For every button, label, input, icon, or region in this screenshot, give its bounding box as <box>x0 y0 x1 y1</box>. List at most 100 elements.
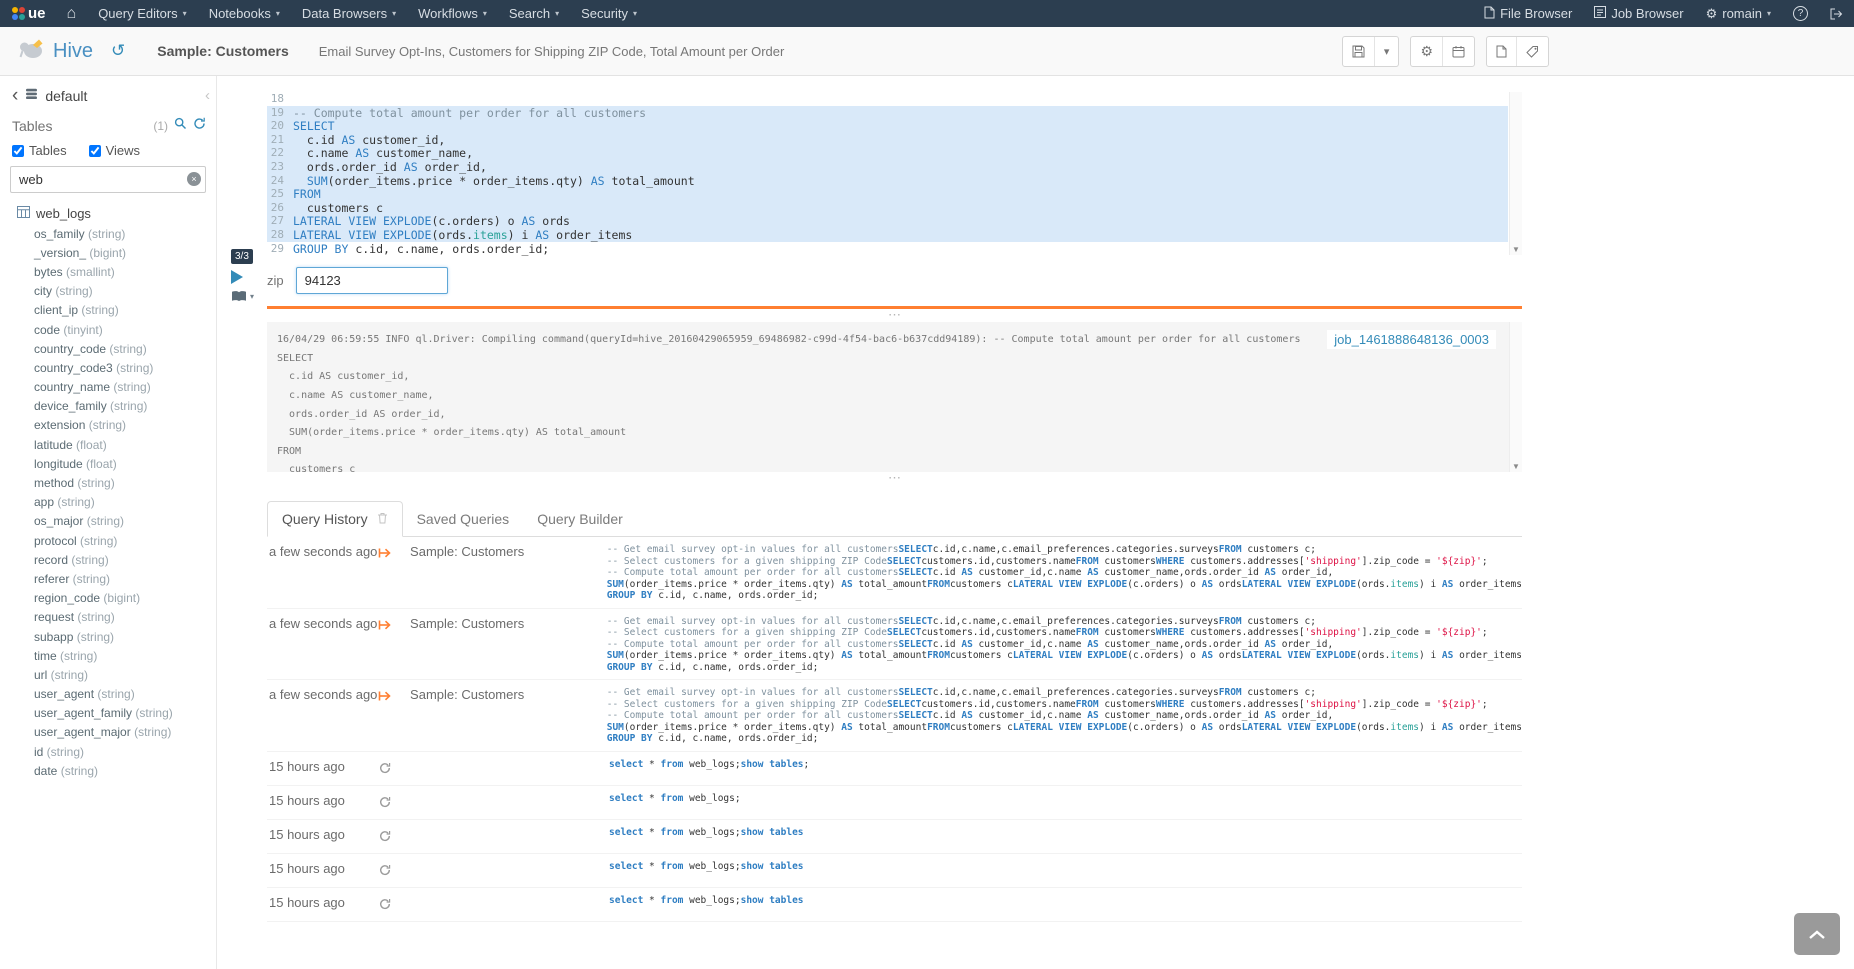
editor-line[interactable]: 29GROUP BY c.id, c.name, ords.order_id; <box>267 242 1508 256</box>
schedule-button[interactable] <box>1443 37 1474 66</box>
collapse-assist-icon[interactable]: ‹ <box>205 87 210 104</box>
editor-line[interactable]: 23 ords.order_id AS order_id, <box>267 160 1508 174</box>
column-item[interactable]: time (string) <box>0 646 216 665</box>
tab-saved-queries[interactable]: Saved Queries <box>403 502 524 536</box>
history-query-name[interactable]: Sample: Customers <box>410 544 607 559</box>
navigator-button[interactable]: ▾ <box>231 290 254 302</box>
editor-line[interactable]: 24 SUM(order_items.price * order_items.q… <box>267 174 1508 188</box>
column-item[interactable]: user_agent_major (string) <box>0 723 216 742</box>
log-scrollbar[interactable]: ▼ <box>1509 322 1522 472</box>
query-history-row[interactable]: a few seconds agoSample: Customers-- Get… <box>267 609 1522 681</box>
history-query-text[interactable]: select * from web_logs;show tables <box>609 861 1522 873</box>
resize-grip-bottom[interactable]: ⋯ <box>267 472 1522 485</box>
search-icon[interactable] <box>174 117 187 135</box>
history-query-text[interactable]: select * from web_logs;show tables <box>609 827 1522 839</box>
column-item[interactable]: country_code (string) <box>0 339 216 358</box>
column-item[interactable]: longitude (float) <box>0 454 216 473</box>
user-menu[interactable]: ⚙ romain ▾ <box>1695 0 1782 27</box>
clear-filter-icon[interactable]: × <box>187 172 201 186</box>
history-query-text[interactable]: -- Get email survey opt-in values for al… <box>607 544 1522 602</box>
query-history-row[interactable]: 15 hours agoselect * from web_logs;show … <box>267 888 1522 922</box>
back-icon[interactable]: ‹ <box>12 86 18 105</box>
table-filter-input[interactable] <box>10 166 206 193</box>
code-editor[interactable]: 1819-- Compute total amount per order fo… <box>267 92 1522 255</box>
tables-checkbox[interactable] <box>12 145 24 157</box>
column-item[interactable]: device_family (string) <box>0 397 216 416</box>
query-history-row[interactable]: 15 hours agoselect * from web_logs; <box>267 786 1522 820</box>
editor-line[interactable]: 28LATERAL VIEW EXPLODE(ords.items) i AS … <box>267 228 1508 242</box>
history-query-text[interactable]: select * from web_logs; <box>609 793 1522 805</box>
column-item[interactable]: user_agent (string) <box>0 685 216 704</box>
column-item[interactable]: code (tinyint) <box>0 320 216 339</box>
column-item[interactable]: subapp (string) <box>0 627 216 646</box>
history-query-text[interactable]: -- Get email survey opt-in values for al… <box>607 616 1522 674</box>
editor-line[interactable]: 19-- Compute total amount per order for … <box>267 106 1508 120</box>
query-history-row[interactable]: a few seconds agoSample: Customers-- Get… <box>267 537 1522 609</box>
column-item[interactable]: client_ip (string) <box>0 301 216 320</box>
column-item[interactable]: protocol (string) <box>0 531 216 550</box>
column-item[interactable]: city (string) <box>0 282 216 301</box>
database-name[interactable]: default <box>45 88 87 104</box>
hue-logo[interactable]: ue <box>0 0 56 27</box>
tab-query-history[interactable]: Query History <box>267 501 403 537</box>
column-item[interactable]: referer (string) <box>0 569 216 588</box>
menu-search[interactable]: Search▾ <box>498 0 570 27</box>
column-item[interactable]: app (string) <box>0 493 216 512</box>
save-dropdown-caret[interactable]: ▾ <box>1375 37 1399 66</box>
column-item[interactable]: os_family (string) <box>0 224 216 243</box>
editor-line[interactable]: 27LATERAL VIEW EXPLODE(c.orders) o AS or… <box>267 214 1508 228</box>
job-link[interactable]: job_1461888648136_0003 <box>1327 330 1496 349</box>
column-item[interactable]: date (string) <box>0 761 216 780</box>
column-item[interactable]: extension (string) <box>0 416 216 435</box>
tab-query-builder[interactable]: Query Builder <box>523 502 637 536</box>
log-panel[interactable]: 16/04/29 06:59:55 INFO ql.Driver: Compil… <box>267 322 1522 472</box>
history-query-name[interactable]: Sample: Customers <box>410 687 607 702</box>
column-item[interactable]: url (string) <box>0 665 216 684</box>
home-icon[interactable]: ⌂ <box>56 0 88 27</box>
scroll-down-icon[interactable]: ▼ <box>1512 462 1520 471</box>
history-query-text[interactable]: -- Get email survey opt-in values for al… <box>607 687 1522 745</box>
logout-icon[interactable] <box>1819 0 1854 27</box>
column-item[interactable]: country_name (string) <box>0 378 216 397</box>
job-browser-link[interactable]: Job Browser <box>1583 0 1694 27</box>
execute-button[interactable] <box>231 270 243 284</box>
editor-line[interactable]: 26 customers c <box>267 201 1508 215</box>
menu-security[interactable]: Security▾ <box>570 0 648 27</box>
settings-button[interactable]: ⚙ <box>1411 37 1443 66</box>
new-document-button[interactable] <box>1487 37 1517 66</box>
history-query-text[interactable]: select * from web_logs;show tables; <box>609 759 1522 771</box>
history-query-name[interactable]: Sample: Customers <box>410 616 607 631</box>
app-name[interactable]: Hive <box>53 40 93 63</box>
menu-data-browsers[interactable]: Data Browsers▾ <box>291 0 407 27</box>
editor-line[interactable]: 22 c.name AS customer_name, <box>267 146 1508 160</box>
menu-notebooks[interactable]: Notebooks▾ <box>198 0 291 27</box>
tables-filter-toggle[interactable]: Tables <box>12 143 67 158</box>
editor-line[interactable]: 18 <box>267 92 1508 106</box>
column-item[interactable]: request (string) <box>0 608 216 627</box>
query-history-row[interactable]: a few seconds agoSample: Customers-- Get… <box>267 680 1522 752</box>
refresh-icon[interactable] <box>193 117 206 135</box>
views-checkbox[interactable] <box>89 145 101 157</box>
column-item[interactable]: id (string) <box>0 742 216 761</box>
query-name[interactable]: Sample: Customers <box>157 43 288 59</box>
column-item[interactable]: user_agent_family (string) <box>0 704 216 723</box>
clear-history-icon[interactable] <box>377 511 388 527</box>
query-history-row[interactable]: 15 hours agoselect * from web_logs;show … <box>267 854 1522 888</box>
tags-button[interactable] <box>1517 37 1548 66</box>
file-browser-link[interactable]: File Browser <box>1473 0 1583 27</box>
scroll-to-top-button[interactable] <box>1794 913 1840 955</box>
history-query-text[interactable]: select * from web_logs;show tables <box>609 895 1522 907</box>
column-item[interactable]: method (string) <box>0 473 216 492</box>
editor-line[interactable]: 25FROM <box>267 187 1508 201</box>
variable-input[interactable] <box>296 267 448 294</box>
column-item[interactable]: os_major (string) <box>0 512 216 531</box>
column-item[interactable]: record (string) <box>0 550 216 569</box>
menu-workflows[interactable]: Workflows▾ <box>407 0 498 27</box>
scroll-down-icon[interactable]: ▼ <box>1512 245 1520 254</box>
save-button[interactable] <box>1343 37 1375 66</box>
editor-line[interactable]: 20SELECT <box>267 119 1508 133</box>
views-filter-toggle[interactable]: Views <box>89 143 140 158</box>
column-item[interactable]: country_code3 (string) <box>0 358 216 377</box>
help-icon[interactable]: ? <box>1782 0 1819 27</box>
column-item[interactable]: bytes (smallint) <box>0 262 216 281</box>
